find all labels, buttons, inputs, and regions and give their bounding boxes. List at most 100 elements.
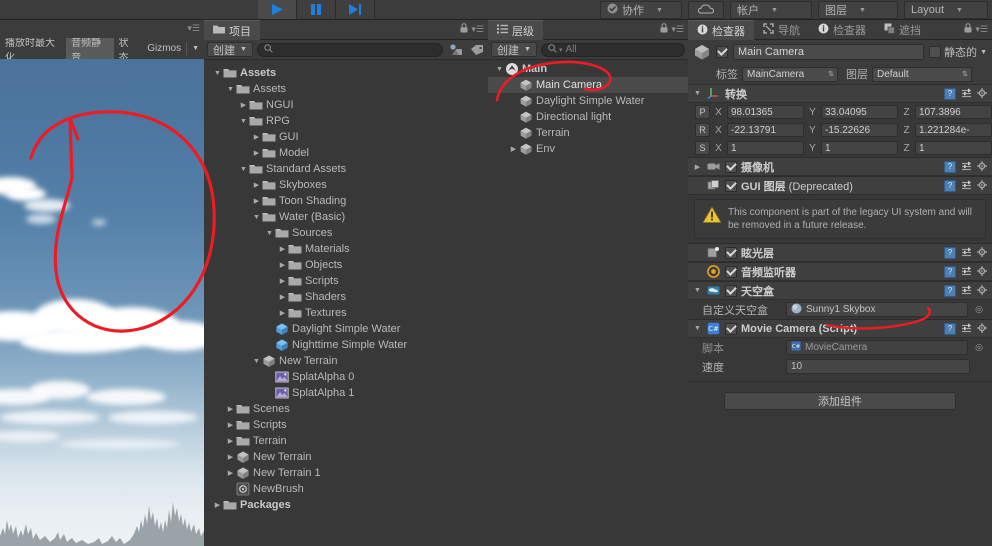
layer-dropdown[interactable]: Default ⇅: [872, 66, 972, 82]
help-icon[interactable]: ?: [944, 160, 956, 173]
chevron-right-icon[interactable]: ▶: [225, 449, 236, 465]
comp-camera-enabled-checkbox[interactable]: [725, 160, 737, 173]
transform-row-badge[interactable]: P: [695, 105, 710, 119]
preset-icon[interactable]: [960, 247, 972, 259]
project-tree-row[interactable]: ▼ Standard Assets: [204, 161, 488, 177]
project-tree-row[interactable]: ▶ Terrain: [204, 433, 488, 449]
project-tree-row[interactable]: NewBrush: [204, 481, 488, 497]
project-tree-row[interactable]: ▶ New Terrain: [204, 449, 488, 465]
project-tree-row[interactable]: ▶ GUI: [204, 129, 488, 145]
chevron-down-icon[interactable]: ▼: [692, 321, 703, 337]
account-button[interactable]: 帐户 ▼: [730, 1, 812, 19]
lock-icon[interactable]: [660, 23, 668, 35]
object-enabled-checkbox[interactable]: [716, 46, 728, 58]
help-icon[interactable]: ?: [944, 179, 956, 192]
transform-row-badge[interactable]: R: [695, 123, 710, 137]
project-search-input[interactable]: [256, 42, 443, 57]
preset-icon[interactable]: [960, 285, 972, 297]
project-tree-row[interactable]: SplatAlpha 0: [204, 369, 488, 385]
hierarchy-row[interactable]: Daylight Simple Water: [488, 93, 688, 109]
collab-button[interactable]: 协作 ▼: [600, 1, 682, 19]
project-tree-row[interactable]: ▶ Scripts: [204, 417, 488, 433]
hierarchy-row[interactable]: Directional light: [488, 109, 688, 125]
chevron-right-icon[interactable]: ▶: [251, 145, 262, 161]
gear-icon[interactable]: [976, 88, 988, 100]
object-picker-icon[interactable]: ◎: [974, 304, 984, 315]
tab-occlusion[interactable]: 遮挡: [875, 20, 930, 40]
panel-menu-icon[interactable]: ▾☰: [471, 24, 484, 35]
transform-y-field[interactable]: 33.04095: [821, 105, 898, 119]
project-tree-row[interactable]: ▶ Skyboxes: [204, 177, 488, 193]
comp-gui-layer-header[interactable]: GUI 图层 (Deprecated)?: [688, 176, 992, 195]
project-tree-row[interactable]: ▼ New Terrain: [204, 353, 488, 369]
transform-row-badge[interactable]: S: [695, 141, 710, 155]
step-button[interactable]: [336, 0, 375, 19]
chevron-down-icon[interactable]: ▼: [238, 113, 249, 129]
gear-icon[interactable]: [976, 161, 988, 173]
hierarchy-row-selected[interactable]: Main Camera: [488, 77, 688, 93]
chevron-down-icon[interactable]: ▼: [692, 283, 703, 299]
maximize-on-play-button[interactable]: 播放时最大化: [0, 38, 66, 64]
transform-x-field[interactable]: -22.13791: [727, 123, 804, 137]
static-checkbox[interactable]: [929, 46, 942, 58]
project-tree-row[interactable]: ▶ Packages: [204, 497, 488, 513]
chevron-down-icon[interactable]: ▼: [980, 49, 987, 56]
chevron-down-icon[interactable]: ▼: [251, 353, 262, 369]
mute-audio-button[interactable]: 音频静音: [66, 38, 114, 64]
project-tree-row[interactable]: ▶ Model: [204, 145, 488, 161]
gear-icon[interactable]: [976, 266, 988, 278]
chevron-right-icon[interactable]: ▶: [225, 433, 236, 449]
object-picker-icon[interactable]: ◎: [974, 342, 984, 353]
chevron-right-icon[interactable]: ▶: [212, 497, 223, 513]
transform-x-field[interactable]: 98.01365: [727, 105, 804, 119]
gear-icon[interactable]: [976, 323, 988, 335]
hierarchy-object-tree[interactable]: ▼ Main Main Camera Daylight Simple Water Dir…: [488, 61, 688, 546]
transform-x-field[interactable]: 1: [727, 141, 804, 155]
transform-y-field[interactable]: 1: [821, 141, 898, 155]
project-tree-row[interactable]: ▶ NGUI: [204, 97, 488, 113]
project-filter-type-icon[interactable]: [447, 42, 464, 57]
chevron-right-icon[interactable]: ▶: [238, 97, 249, 113]
gear-icon[interactable]: [976, 180, 988, 192]
game-view-render[interactable]: [0, 59, 204, 546]
chevron-right-icon[interactable]: ▶: [225, 417, 236, 433]
help-icon[interactable]: ?: [944, 246, 956, 259]
project-tree-row[interactable]: ▼ Sources: [204, 225, 488, 241]
project-tree-row[interactable]: ▶ Toon Shading: [204, 193, 488, 209]
chevron-right-icon[interactable]: ▶: [277, 273, 288, 289]
comp-flare-layer-enabled-checkbox[interactable]: [725, 246, 737, 259]
chevron-down-icon[interactable]: ▼: [494, 61, 505, 77]
chevron-right-icon[interactable]: ▶: [251, 193, 262, 209]
chevron-down-icon[interactable]: ▼: [692, 86, 703, 102]
hierarchy-row[interactable]: Terrain: [488, 125, 688, 141]
project-tree-row[interactable]: ▶ Objects: [204, 257, 488, 273]
project-tree-row[interactable]: ▶ Materials: [204, 241, 488, 257]
chevron-down-icon[interactable]: ▼: [225, 81, 236, 97]
project-tree-row[interactable]: ▶ Scripts: [204, 273, 488, 289]
inspector-panel-menu[interactable]: ▾☰: [964, 23, 988, 35]
project-panel-menu[interactable]: ▾☰: [460, 23, 484, 35]
preset-icon[interactable]: [960, 161, 972, 173]
help-icon[interactable]: ?: [944, 284, 956, 297]
chevron-down-icon[interactable]: ▼: [264, 225, 275, 241]
preset-icon[interactable]: [960, 323, 972, 335]
transform-z-field[interactable]: 1: [915, 141, 992, 155]
chevron-right-icon[interactable]: ▶: [277, 241, 288, 257]
lock-icon[interactable]: [460, 23, 468, 35]
chevron-right-icon[interactable]: ▶: [277, 257, 288, 273]
transform-z-field[interactable]: 107.3896: [915, 105, 992, 119]
chevron-right-icon[interactable]: ▶: [277, 289, 288, 305]
comp-flare-layer-header[interactable]: 眩光层?: [688, 243, 992, 262]
project-tree-row[interactable]: ▶ Shaders: [204, 289, 488, 305]
comp-skybox-enabled-checkbox[interactable]: [725, 284, 737, 297]
hierarchy-search-input[interactable]: ▾ All: [540, 42, 685, 57]
chevron-right-icon[interactable]: ▶: [251, 177, 262, 193]
project-tree-row[interactable]: SplatAlpha 1: [204, 385, 488, 401]
cloud-button[interactable]: [688, 1, 724, 19]
panel-menu-icon[interactable]: ▾☰: [975, 24, 988, 35]
chevron-down-icon[interactable]: ▼: [251, 209, 262, 225]
skybox-material-field[interactable]: Sunny1 Skybox: [786, 302, 968, 317]
preset-icon[interactable]: [960, 266, 972, 278]
help-icon[interactable]: ?: [944, 265, 956, 278]
chevron-down-icon[interactable]: ▼: [238, 161, 249, 177]
